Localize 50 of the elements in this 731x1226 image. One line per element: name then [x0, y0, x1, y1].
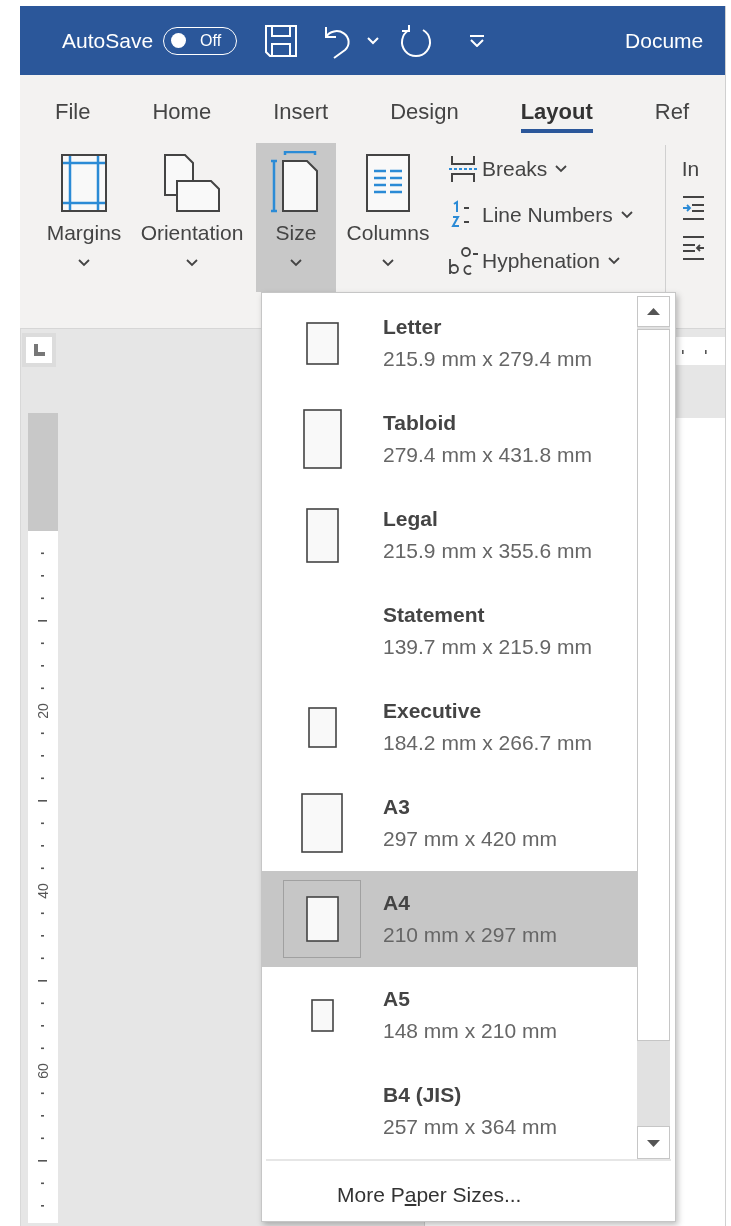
paper-size-item[interactable]: Letter 215.9 mm x 279.4 mm [262, 295, 637, 391]
ribbon-tab[interactable]: Insert [273, 99, 329, 133]
hyphenation-icon [447, 245, 479, 277]
paper-size-item[interactable]: B4 (JIS) 257 mm x 364 mm [262, 1063, 637, 1159]
indent-icon[interactable] [681, 235, 704, 261]
tab-selector[interactable] [22, 333, 56, 367]
ribbon-button[interactable]: Line Numbers [446, 195, 633, 235]
scroll-up-button[interactable] [637, 296, 670, 327]
document-title: Docume [625, 28, 704, 53]
indent-icon[interactable] [681, 195, 704, 221]
group-label: In [681, 157, 701, 181]
caret-icon[interactable] [367, 36, 380, 45]
ribbon-tab[interactable]: File [55, 99, 91, 133]
ribbon-button[interactable]: Margins [40, 143, 128, 292]
save-icon[interactable] [263, 22, 300, 59]
more-paper-sizes-item[interactable]: More Paper Sizes... [337, 1179, 522, 1211]
autosave-label: AutoSave [62, 28, 154, 53]
ribbon-tab[interactable]: Home [152, 99, 212, 133]
ribbon-button[interactable]: Size [256, 143, 336, 292]
customize-icon[interactable] [469, 34, 486, 47]
ribbon-button[interactable]: Orientation [132, 143, 252, 292]
paper-size-item[interactable]: A3 297 mm x 420 mm [262, 775, 637, 871]
page-break-icon [448, 154, 478, 184]
paper-size-item[interactable]: A4 210 mm x 297 mm [262, 871, 637, 967]
caret-icon [78, 259, 90, 267]
caret-icon [382, 259, 394, 267]
caret-icon [620, 211, 633, 219]
caret-icon [555, 165, 568, 173]
columns-icon [365, 153, 411, 213]
ruler-label: 60 [35, 1062, 51, 1081]
ribbon-button[interactable]: Breaks [446, 149, 633, 189]
ruler-label: 40 [35, 882, 51, 901]
ribbon-tab[interactable]: Ref [654, 99, 690, 133]
pages-icon [163, 153, 221, 213]
paper-size-item[interactable]: A5 148 mm x 210 mm [262, 967, 637, 1063]
page-size-icon [271, 151, 321, 213]
ruler-label: 20 [35, 702, 51, 721]
left-tab-icon [33, 344, 45, 356]
caret-icon [186, 259, 198, 267]
paper-size-item[interactable]: Executive 184.2 mm x 266.7 mm [262, 679, 637, 775]
ribbon-button[interactable]: Hyphenation [446, 241, 633, 281]
caret-icon [290, 259, 302, 267]
paper-size-item[interactable]: Tabloid 279.4 mm x 431.8 mm [262, 391, 637, 487]
ribbon-tab[interactable]: Design [390, 99, 459, 133]
ribbon-button[interactable]: Columns [340, 143, 436, 292]
caret-icon [607, 257, 620, 265]
paper-size-item[interactable]: Statement 139.7 mm x 215.9 mm [262, 583, 637, 679]
page-margins-icon [60, 153, 108, 213]
scroll-down-button[interactable] [637, 1126, 670, 1159]
paper-size-item[interactable]: Legal 215.9 mm x 355.6 mm [262, 487, 637, 583]
